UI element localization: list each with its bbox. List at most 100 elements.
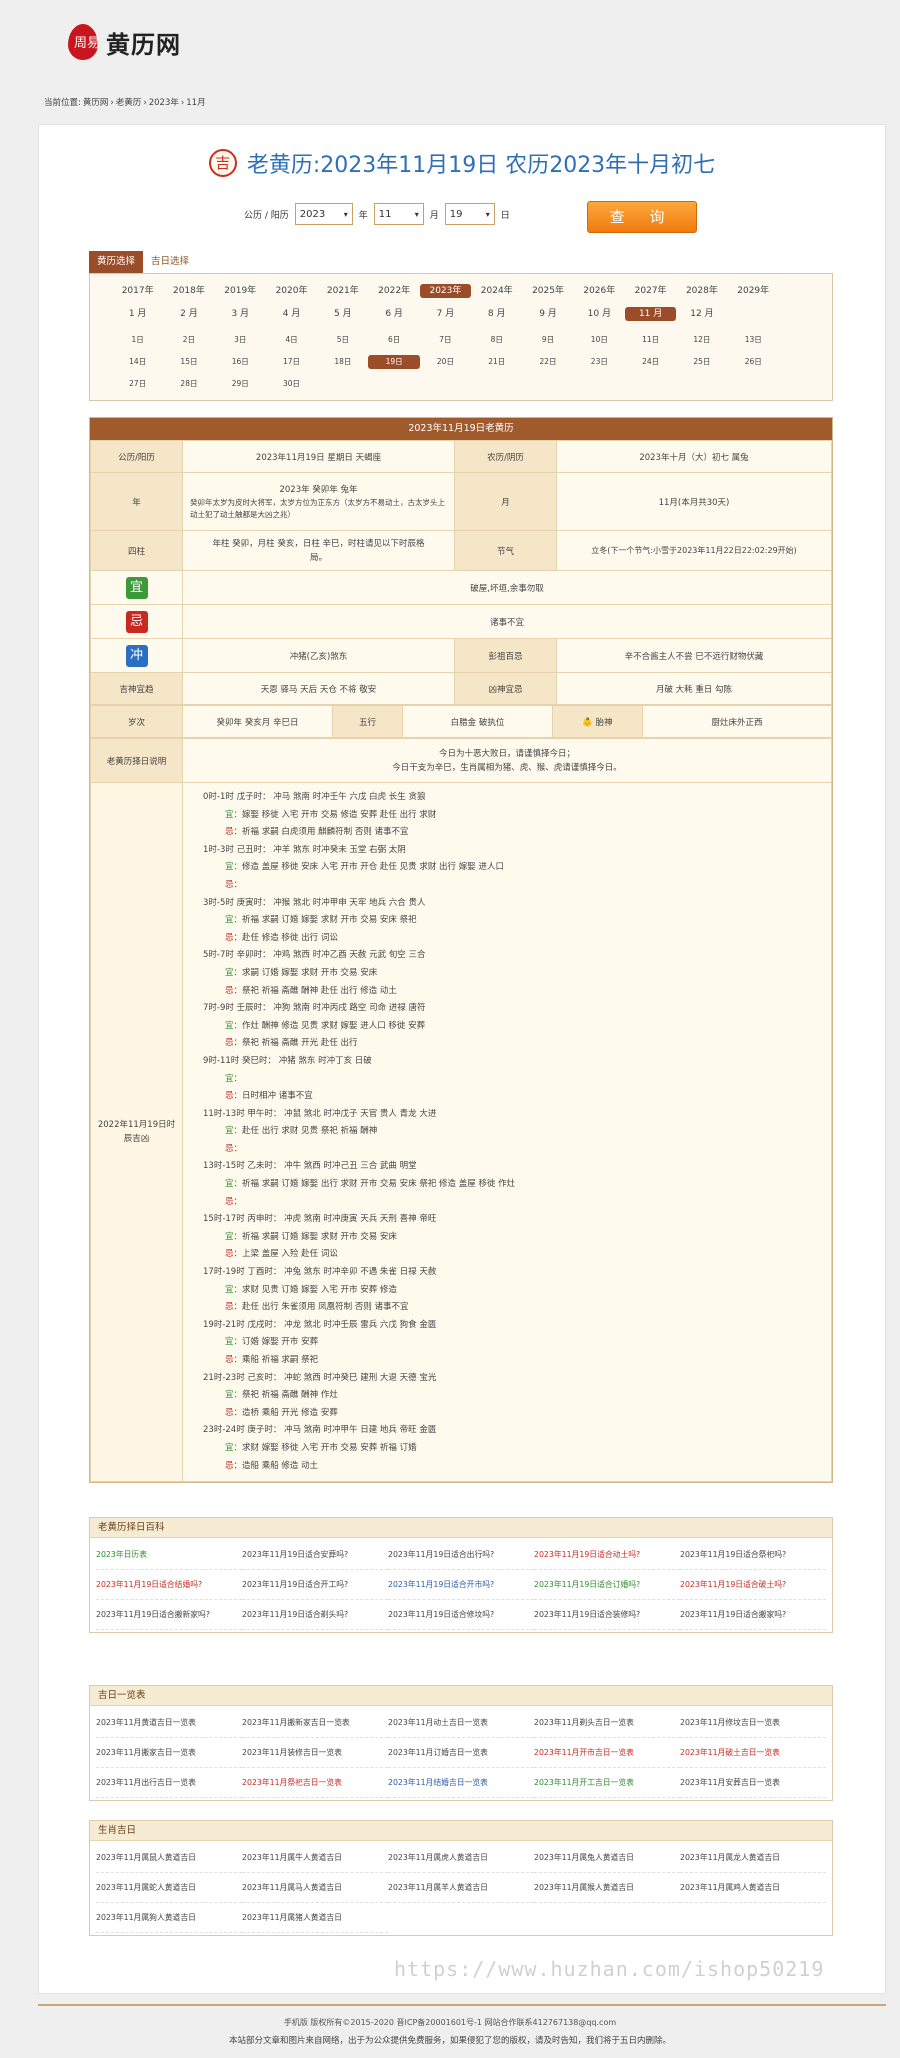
calendar-year-option[interactable]: 2025年 xyxy=(522,284,573,298)
breadcrumb-year[interactable]: 2023年 xyxy=(149,98,179,108)
breadcrumb-home[interactable]: 黄历网 xyxy=(83,98,109,108)
breadcrumb-month[interactable]: 11月 xyxy=(186,98,205,108)
calendar-day-option[interactable]: 18日 xyxy=(317,355,368,369)
calendar-year-option[interactable]: 2018年 xyxy=(163,284,214,298)
jiri-link[interactable]: 2023年11月破土吉日一览表 xyxy=(680,1738,826,1768)
calendar-day-option[interactable]: 30日 xyxy=(266,377,317,391)
encyclopedia-link[interactable]: 2023年11月19日适合开工吗? xyxy=(242,1570,388,1600)
encyclopedia-link[interactable]: 2023年11月19日适合结婚吗? xyxy=(96,1570,242,1600)
calendar-month-option[interactable]: 11 月 xyxy=(624,307,677,321)
calendar-year-option[interactable]: 2028年 xyxy=(676,284,727,298)
calendar-month-option[interactable]: 4 月 xyxy=(266,307,317,321)
jiri-link[interactable]: 2023年11月订婚吉日一览表 xyxy=(388,1738,534,1768)
calendar-year-option[interactable]: 2027年 xyxy=(625,284,676,298)
encyclopedia-link[interactable]: 2023年11月19日适合搬家吗? xyxy=(680,1600,826,1630)
calendar-year-option[interactable]: 2029年 xyxy=(728,284,779,298)
calendar-month-option[interactable]: 5 月 xyxy=(317,307,368,321)
jiri-link[interactable]: 2023年11月开工吉日一览表 xyxy=(534,1768,680,1798)
encyclopedia-link[interactable]: 2023年11月19日适合修坟吗? xyxy=(388,1600,534,1630)
jiri-link[interactable]: 2023年11月修坟吉日一览表 xyxy=(680,1708,826,1738)
jiri-link[interactable]: 2023年11月祭祀吉日一览表 xyxy=(242,1768,388,1798)
calendar-day-option[interactable]: 24日 xyxy=(625,355,676,369)
jiri-link[interactable]: 2023年11月动土吉日一览表 xyxy=(388,1708,534,1738)
calendar-day-option[interactable]: 16日 xyxy=(215,355,266,369)
calendar-year-option[interactable]: 2023年 xyxy=(419,284,472,298)
calendar-year-option[interactable]: 2019年 xyxy=(215,284,266,298)
calendar-day-option[interactable]: 9日 xyxy=(522,333,573,347)
encyclopedia-link[interactable]: 2023年11月19日适合装修吗? xyxy=(534,1600,680,1630)
calendar-day-option[interactable]: 13日 xyxy=(728,333,779,347)
calendar-day-option[interactable]: 4日 xyxy=(266,333,317,347)
calendar-day-option[interactable]: 17日 xyxy=(266,355,317,369)
calendar-day-option[interactable]: 15日 xyxy=(163,355,214,369)
calendar-day-option[interactable]: 5日 xyxy=(317,333,368,347)
calendar-day-option[interactable]: 14日 xyxy=(112,355,163,369)
calendar-day-option[interactable]: 10日 xyxy=(574,333,625,347)
shengxiao-link[interactable]: 2023年11月属狗人黄道吉日 xyxy=(96,1903,242,1933)
calendar-day-option[interactable]: 1日 xyxy=(112,333,163,347)
jiri-link[interactable]: 2023年11月出行吉日一览表 xyxy=(96,1768,242,1798)
calendar-day-option[interactable]: 23日 xyxy=(574,355,625,369)
encyclopedia-link[interactable]: 2023年11月19日适合开市吗? xyxy=(388,1570,534,1600)
shengxiao-link[interactable]: 2023年11月属兔人黄道吉日 xyxy=(534,1843,680,1873)
shengxiao-link[interactable]: 2023年11月属鸡人黄道吉日 xyxy=(680,1873,826,1903)
calendar-day-option[interactable]: 19日 xyxy=(368,355,420,369)
calendar-month-option[interactable]: 9 月 xyxy=(522,307,573,321)
calendar-year-option[interactable]: 2022年 xyxy=(368,284,419,298)
calendar-year-option[interactable]: 2020年 xyxy=(266,284,317,298)
day-select[interactable]: 19 ▾ xyxy=(444,203,495,225)
calendar-day-option[interactable]: 2日 xyxy=(163,333,214,347)
calendar-day-option[interactable]: 25日 xyxy=(676,355,727,369)
year-select[interactable]: 2023 ▾ xyxy=(294,203,353,225)
shengxiao-link[interactable]: 2023年11月属虎人黄道吉日 xyxy=(388,1843,534,1873)
encyclopedia-link[interactable]: 2023年11月19日适合祭祀吗? xyxy=(680,1540,826,1570)
shengxiao-link[interactable]: 2023年11月属马人黄道吉日 xyxy=(242,1873,388,1903)
jiri-link[interactable]: 2023年11月装修吉日一览表 xyxy=(242,1738,388,1768)
shengxiao-link[interactable]: 2023年11月属牛人黄道吉日 xyxy=(242,1843,388,1873)
encyclopedia-link[interactable]: 2023年日历表 xyxy=(96,1540,242,1570)
calendar-day-option[interactable]: 20日 xyxy=(420,355,471,369)
encyclopedia-link[interactable]: 2023年11月19日适合出行吗? xyxy=(388,1540,534,1570)
shengxiao-link[interactable]: 2023年11月属羊人黄道吉日 xyxy=(388,1873,534,1903)
calendar-day-option[interactable]: 29日 xyxy=(215,377,266,391)
jiri-link[interactable]: 2023年11月搬新家吉日一览表 xyxy=(242,1708,388,1738)
jiri-link[interactable]: 2023年11月结婚吉日一览表 xyxy=(388,1768,534,1798)
calendar-month-option[interactable]: 7 月 xyxy=(420,307,471,321)
calendar-day-option[interactable]: 3日 xyxy=(215,333,266,347)
calendar-month-option[interactable]: 3 月 xyxy=(215,307,266,321)
calendar-month-option[interactable]: 1 月 xyxy=(112,307,163,321)
calendar-day-option[interactable]: 12日 xyxy=(676,333,727,347)
shengxiao-link[interactable]: 2023年11月属蛇人黄道吉日 xyxy=(96,1873,242,1903)
encyclopedia-link[interactable]: 2023年11月19日适合订婚吗? xyxy=(534,1570,680,1600)
calendar-month-option[interactable]: 8 月 xyxy=(471,307,522,321)
jiri-link[interactable]: 2023年11月搬家吉日一览表 xyxy=(96,1738,242,1768)
calendar-day-option[interactable]: 8日 xyxy=(471,333,522,347)
jiri-link[interactable]: 2023年11月剃头吉日一览表 xyxy=(534,1708,680,1738)
jiri-link[interactable]: 2023年11月黄道吉日一览表 xyxy=(96,1708,242,1738)
shengxiao-link[interactable]: 2023年11月属猪人黄道吉日 xyxy=(242,1903,388,1933)
tab-huangli-select[interactable]: 黄历选择 xyxy=(89,251,144,273)
jiri-link[interactable]: 2023年11月开市吉日一览表 xyxy=(534,1738,680,1768)
calendar-month-option[interactable]: 10 月 xyxy=(574,307,625,321)
month-select[interactable]: 11 ▾ xyxy=(373,203,424,225)
calendar-year-option[interactable]: 2024年 xyxy=(471,284,522,298)
calendar-year-option[interactable]: 2017年 xyxy=(112,284,163,298)
calendar-day-option[interactable]: 28日 xyxy=(163,377,214,391)
encyclopedia-link[interactable]: 2023年11月19日适合破土吗? xyxy=(680,1570,826,1600)
calendar-month-option[interactable]: 6 月 xyxy=(368,307,419,321)
shengxiao-link[interactable]: 2023年11月属猴人黄道吉日 xyxy=(534,1873,680,1903)
calendar-day-option[interactable]: 27日 xyxy=(112,377,163,391)
encyclopedia-link[interactable]: 2023年11月19日适合剃头吗? xyxy=(242,1600,388,1630)
calendar-year-option[interactable]: 2021年 xyxy=(317,284,368,298)
encyclopedia-link[interactable]: 2023年11月19日适合安葬吗? xyxy=(242,1540,388,1570)
breadcrumb-laohuangli[interactable]: 老黄历 xyxy=(116,98,142,108)
calendar-day-option[interactable]: 6日 xyxy=(368,333,419,347)
encyclopedia-link[interactable]: 2023年11月19日适合动土吗? xyxy=(534,1540,680,1570)
calendar-month-option[interactable]: 2 月 xyxy=(163,307,214,321)
calendar-year-option[interactable]: 2026年 xyxy=(574,284,625,298)
calendar-day-option[interactable]: 22日 xyxy=(522,355,573,369)
jiri-link[interactable]: 2023年11月安葬吉日一览表 xyxy=(680,1768,826,1798)
query-button[interactable]: 查 询 xyxy=(587,201,697,233)
tab-jiri-select[interactable]: 吉日选择 xyxy=(143,251,197,273)
site-logo[interactable]: 周易 黄历网 xyxy=(64,20,181,64)
